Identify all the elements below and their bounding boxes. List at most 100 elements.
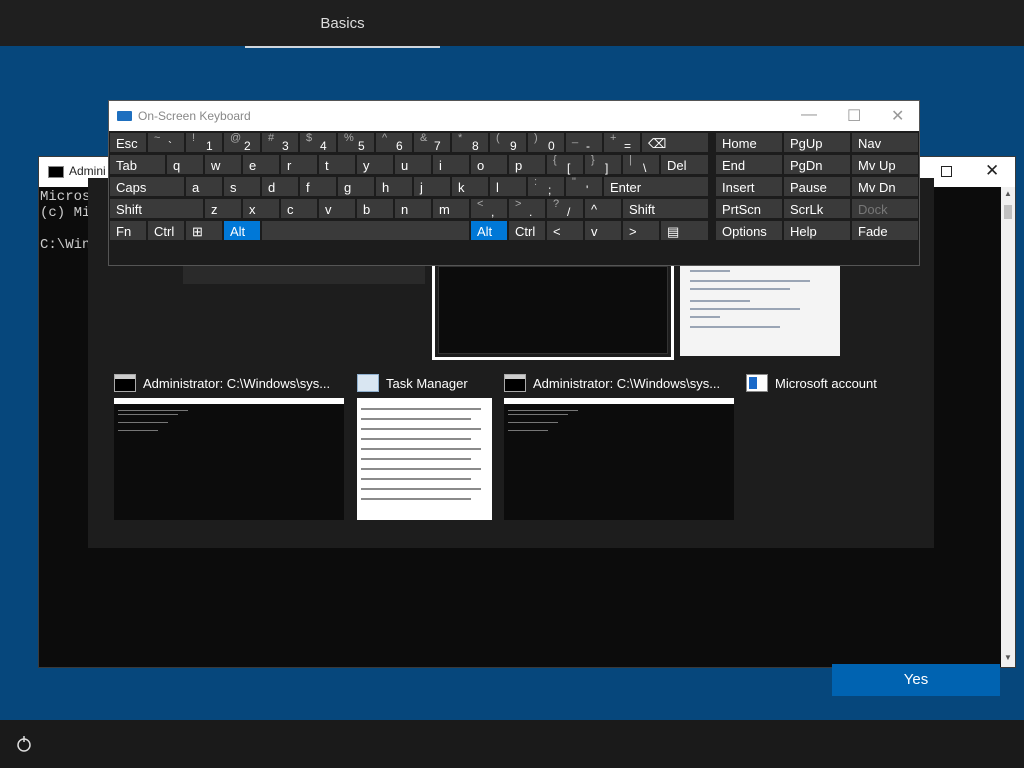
backspace-key[interactable]: ⌫: [641, 132, 709, 153]
close-icon[interactable]: ✕: [985, 161, 999, 181]
nav-key-dock[interactable]: Dock: [851, 198, 919, 219]
nav-key-prtscn[interactable]: PrtScn: [715, 198, 783, 219]
nav-key-scrlk[interactable]: ScrLk: [783, 198, 851, 219]
alt-key[interactable]: Alt: [470, 220, 508, 241]
key-q[interactable]: q: [166, 154, 204, 175]
key-w[interactable]: w: [204, 154, 242, 175]
arrow-up-key[interactable]: ^: [584, 198, 622, 219]
yes-button[interactable]: Yes: [832, 664, 1000, 696]
nav-key-pause[interactable]: Pause: [783, 176, 851, 197]
fn-key[interactable]: Fn: [109, 220, 147, 241]
arrow-right-key[interactable]: >: [622, 220, 660, 241]
nav-key-pgup[interactable]: PgUp: [783, 132, 851, 153]
alt-key[interactable]: Alt: [223, 220, 261, 241]
key-e[interactable]: e: [242, 154, 280, 175]
key-x[interactable]: x: [242, 198, 280, 219]
caps-lock-key[interactable]: Caps: [109, 176, 185, 197]
space-key[interactable]: [261, 220, 470, 241]
key-3[interactable]: #3: [261, 132, 299, 153]
selected-window-thumbnail[interactable]: [432, 260, 674, 360]
esc-key[interactable]: Esc: [109, 132, 147, 153]
key--[interactable]: _ -: [565, 132, 603, 153]
scroll-down-icon[interactable]: ▼: [1002, 653, 1014, 665]
key-`[interactable]: ~ `: [147, 132, 185, 153]
nav-key-nav[interactable]: Nav: [851, 132, 919, 153]
key-2[interactable]: @2: [223, 132, 261, 153]
arrow-left-key[interactable]: <: [546, 220, 584, 241]
key-r[interactable]: r: [280, 154, 318, 175]
key-m[interactable]: m: [432, 198, 470, 219]
key-,[interactable]: <,: [470, 198, 508, 219]
key-h[interactable]: h: [375, 176, 413, 197]
scroll-thumb[interactable]: [1004, 205, 1012, 219]
key-z[interactable]: z: [204, 198, 242, 219]
key-5[interactable]: % 5: [337, 132, 375, 153]
menu-key[interactable]: ▤: [660, 220, 709, 241]
key-d[interactable]: d: [261, 176, 299, 197]
nav-key-end[interactable]: End: [715, 154, 783, 175]
accessibility-icon[interactable]: [14, 734, 34, 754]
key-t[interactable]: t: [318, 154, 356, 175]
nav-key-help[interactable]: Help: [783, 220, 851, 241]
key-g[interactable]: g: [337, 176, 375, 197]
key-n[interactable]: n: [394, 198, 432, 219]
key-k[interactable]: k: [451, 176, 489, 197]
nav-key-mv-up[interactable]: Mv Up: [851, 154, 919, 175]
nav-key-options[interactable]: Options: [715, 220, 783, 241]
maximize-icon[interactable]: ☐: [847, 106, 861, 126]
key-'[interactable]: " ': [565, 176, 603, 197]
key-9[interactable]: (9: [489, 132, 527, 153]
key-l[interactable]: l: [489, 176, 527, 197]
key-u[interactable]: u: [394, 154, 432, 175]
key-/[interactable]: ? /: [546, 198, 584, 219]
nav-key-fade[interactable]: Fade: [851, 220, 919, 241]
close-icon[interactable]: ✕: [891, 106, 904, 126]
key-i[interactable]: i: [432, 154, 470, 175]
window-preview[interactable]: [504, 398, 734, 520]
key-b[interactable]: b: [356, 198, 394, 219]
key-c[interactable]: c: [280, 198, 318, 219]
windows-key[interactable]: ⊞: [185, 220, 223, 241]
key-s[interactable]: s: [223, 176, 261, 197]
key-a[interactable]: a: [185, 176, 223, 197]
key-=[interactable]: + =: [603, 132, 641, 153]
tab-key[interactable]: Tab: [109, 154, 166, 175]
nav-key-mv-dn[interactable]: Mv Dn: [851, 176, 919, 197]
ctrl-key[interactable]: Ctrl: [147, 220, 185, 241]
key-o[interactable]: o: [470, 154, 508, 175]
enter-key[interactable]: Enter: [603, 176, 709, 197]
osk-titlebar[interactable]: On-Screen Keyboard — ☐ ✕: [109, 101, 919, 131]
nav-key-pgdn[interactable]: PgDn: [783, 154, 851, 175]
key-0[interactable]: ) 0: [527, 132, 565, 153]
key-7[interactable]: & 7: [413, 132, 451, 153]
on-screen-keyboard[interactable]: On-Screen Keyboard — ☐ ✕ Esc ~ `! 1 @2 #3 $4% 5…: [108, 100, 920, 266]
key-y[interactable]: y: [356, 154, 394, 175]
minimize-icon[interactable]: —: [801, 106, 817, 124]
cmd-scrollbar[interactable]: ▲ ▼: [1001, 187, 1015, 667]
key-p[interactable]: p: [508, 154, 546, 175]
document-thumbnail[interactable]: [680, 260, 840, 356]
scroll-up-icon[interactable]: ▲: [1002, 189, 1014, 201]
key-\[interactable]: | \: [622, 154, 660, 175]
key-j[interactable]: j: [413, 176, 451, 197]
shift-key[interactable]: Shift: [109, 198, 204, 219]
key-.[interactable]: >.: [508, 198, 546, 219]
key-f[interactable]: f: [299, 176, 337, 197]
key-1[interactable]: ! 1: [185, 132, 223, 153]
nav-key-insert[interactable]: Insert: [715, 176, 783, 197]
key-8[interactable]: * 8: [451, 132, 489, 153]
tab-basics[interactable]: Basics: [245, 0, 440, 48]
window-preview[interactable]: [357, 398, 492, 520]
nav-key-home[interactable]: Home: [715, 132, 783, 153]
shift-key[interactable]: Shift: [622, 198, 709, 219]
key-6[interactable]: ^ 6: [375, 132, 413, 153]
key-4[interactable]: $4: [299, 132, 337, 153]
key-;[interactable]: :;: [527, 176, 565, 197]
key-[[interactable]: {[: [546, 154, 584, 175]
arrow-down-key[interactable]: v: [584, 220, 622, 241]
maximize-icon[interactable]: [941, 166, 952, 177]
v-key[interactable]: v: [318, 198, 356, 219]
key-][interactable]: }]: [584, 154, 622, 175]
window-preview[interactable]: [114, 398, 344, 520]
delete-key[interactable]: Del: [660, 154, 709, 175]
